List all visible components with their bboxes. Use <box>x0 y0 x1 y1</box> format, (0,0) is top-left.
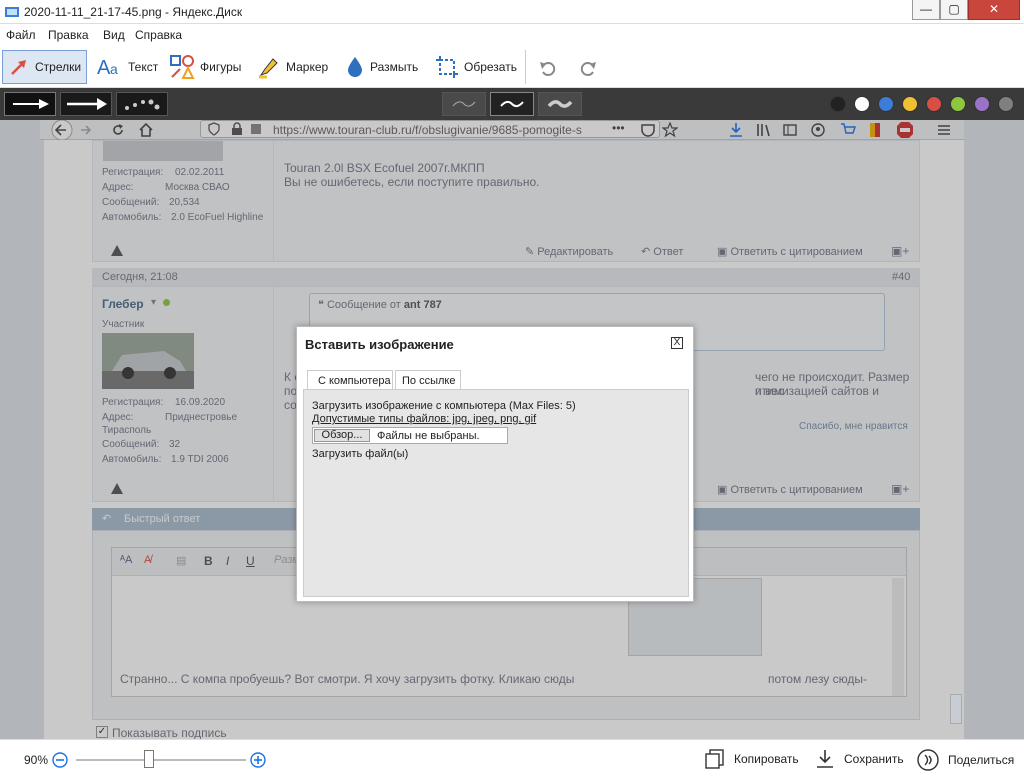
tool-arrows[interactable]: Стрелки <box>2 50 88 84</box>
editor-toolbar: Стрелки Aa Текст Фигуры Маркер Размыть О… <box>0 46 1024 88</box>
zoom-out-icon[interactable] <box>52 752 68 768</box>
tab-from-computer[interactable]: С компьютера <box>307 370 393 390</box>
copy-label: Копировать <box>734 752 799 766</box>
color-swatch-8[interactable] <box>998 96 1014 112</box>
copy-icon <box>705 749 724 769</box>
color-swatch-5[interactable] <box>926 96 942 112</box>
arrow-style-1[interactable] <box>4 92 56 116</box>
toolbar-divider <box>525 50 526 84</box>
copy-button[interactable]: Копировать <box>704 748 799 770</box>
menu-bar: Файл Правка Вид Справка <box>0 25 1024 45</box>
zoom-in-icon[interactable] <box>250 752 266 768</box>
color-swatch-3[interactable] <box>878 96 894 112</box>
save-button[interactable]: Сохранить <box>814 748 904 770</box>
crop-tool-icon <box>436 56 458 78</box>
text-tool-icon: Aa <box>97 57 118 78</box>
menu-view[interactable]: Вид <box>103 28 125 42</box>
shapes-tool-icon <box>170 55 195 79</box>
page-scrollbar[interactable] <box>950 694 962 724</box>
color-swatch-4[interactable] <box>902 96 918 112</box>
close-button[interactable]: ✕ <box>968 0 1020 20</box>
no-files-label: Файлы не выбраны. <box>377 430 480 442</box>
arrow-dotted-icon <box>125 99 160 110</box>
tool-crop[interactable]: Обрезать <box>430 50 522 84</box>
dialog-title: Вставить изображение <box>305 337 454 352</box>
share-icon <box>917 749 939 771</box>
line-width-medium[interactable] <box>490 92 534 116</box>
insert-image-dialog: Вставить изображение X С компьютера По с… <box>296 326 694 602</box>
title-bar: 2020-11-11_21-17-45.png - Яндекс.Диск — … <box>0 0 1024 24</box>
menu-edit[interactable]: Правка <box>48 28 89 42</box>
maximize-button[interactable]: ▢ <box>940 0 968 20</box>
upload-panel: Загрузить изображение с компьютера (Max … <box>303 389 689 597</box>
marker-tool-icon <box>259 58 278 79</box>
tool-shapes-label: Фигуры <box>200 60 242 74</box>
download-save-icon <box>817 750 833 768</box>
color-swatch-6[interactable] <box>950 96 966 112</box>
svg-text:A: A <box>97 57 111 78</box>
tool-blur[interactable]: Размыть <box>340 50 423 84</box>
tool-marker[interactable]: Маркер <box>252 50 333 84</box>
tab-by-link[interactable]: По ссылке <box>395 370 461 390</box>
upload-info: Загрузить изображение с компьютера (Max … <box>312 400 576 412</box>
app-icon <box>5 7 19 17</box>
save-label: Сохранить <box>844 752 904 766</box>
tool-arrows-label: Стрелки <box>35 60 82 74</box>
arrow-thin-icon <box>13 99 49 109</box>
tool-text[interactable]: Aa Текст <box>92 50 163 84</box>
allowed-types: Допустимые типы файлов: jpg, jpeg, png, … <box>312 413 537 425</box>
blur-tool-icon <box>348 57 362 77</box>
wave-medium-icon <box>500 100 524 108</box>
tool-shapes[interactable]: Фигуры <box>164 50 246 84</box>
tool-marker-label: Маркер <box>286 60 329 74</box>
wave-thick-icon <box>547 100 573 108</box>
bottom-bar: 90% Копировать Сохранить Поделиться <box>0 739 1024 781</box>
line-width-thick[interactable] <box>538 92 582 116</box>
zoom-slider-handle[interactable] <box>144 750 154 768</box>
tool-crop-label: Обрезать <box>464 60 517 74</box>
minimize-button[interactable]: — <box>912 0 940 20</box>
upload-files-link[interactable]: Загрузить файл(ы) <box>312 448 408 460</box>
svg-text:a: a <box>110 61 118 77</box>
arrow-style-2[interactable] <box>60 92 112 116</box>
share-label: Поделиться <box>948 753 1015 767</box>
arrow-style-3[interactable] <box>116 92 168 116</box>
undo-icon[interactable] <box>538 58 558 78</box>
share-button[interactable]: Поделиться <box>916 748 1014 772</box>
dialog-close-button[interactable]: X <box>671 337 683 349</box>
color-swatch-1[interactable] <box>830 96 846 112</box>
color-swatch-2[interactable] <box>854 96 870 112</box>
file-input[interactable]: Обзор... Файлы не выбраны. <box>312 427 508 444</box>
zoom-slider-track[interactable] <box>76 759 246 761</box>
redo-icon[interactable] <box>578 58 598 78</box>
arrow-straight-icon <box>67 98 107 110</box>
line-width-thin[interactable] <box>442 92 486 116</box>
menu-help[interactable]: Справка <box>135 28 182 42</box>
color-swatch-7[interactable] <box>974 96 990 112</box>
window-title: 2020-11-11_21-17-45.png - Яндекс.Диск <box>24 5 243 19</box>
arrow-tool-icon <box>11 60 26 75</box>
menu-file[interactable]: Файл <box>6 28 36 42</box>
tool-text-label: Текст <box>128 60 159 74</box>
tool-options-bar <box>0 88 1024 120</box>
browse-button[interactable]: Обзор... <box>314 429 370 442</box>
zoom-level: 90% <box>24 753 49 767</box>
tool-blur-label: Размыть <box>370 60 419 74</box>
wave-thin-icon <box>452 101 476 107</box>
